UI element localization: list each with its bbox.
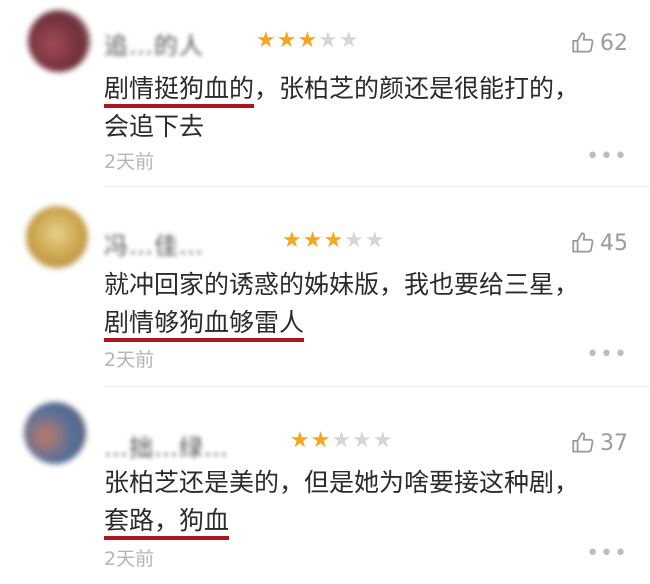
thumbs-up-icon xyxy=(572,232,594,253)
more-options-icon[interactable]: ••• xyxy=(586,144,628,169)
divider xyxy=(104,386,650,387)
like-button[interactable]: 62 xyxy=(570,30,628,56)
comment-item: 冯…佳… ★★★★★ 45 就冲回家的诱惑的姊妹版，我也要给三星， 剧情够狗血够… xyxy=(0,190,650,387)
thumbs-up-icon xyxy=(572,32,594,53)
comment-text: 就冲回家的诱惑的姊妹版，我也要给三星， 剧情够狗血够雷人 xyxy=(104,266,579,342)
like-count: 62 xyxy=(600,30,628,56)
like-button[interactable]: 37 xyxy=(570,430,628,456)
like-count: 45 xyxy=(600,230,628,256)
comment-item: 追…的人 ★★★★★ 62 剧情挺狗血的，张柏芝的颜还是很能打的， 会追下去 2… xyxy=(0,0,650,190)
comment-text: 张柏芝还是美的，但是她为啥要接这种剧， 套路，狗血 xyxy=(104,464,579,540)
thumbs-up-icon xyxy=(572,432,594,453)
divider xyxy=(104,186,650,187)
timestamp: 2天前 xyxy=(104,548,155,570)
comment-text: 剧情挺狗血的，张柏芝的颜还是很能打的， 会追下去 xyxy=(104,74,580,141)
username[interactable]: …拙…绿… xyxy=(104,428,229,463)
timestamp: 2天前 xyxy=(104,151,155,173)
avatar[interactable] xyxy=(28,10,90,72)
like-button[interactable]: 45 xyxy=(570,230,628,256)
highlighted-phrase: 套路，狗血 xyxy=(104,506,230,540)
username[interactable]: 冯…佳… xyxy=(104,226,204,261)
username[interactable]: 追…的人 xyxy=(104,26,204,61)
comment-item: …拙…绿… ★★★★★ 37 张柏芝还是美的，但是她为啥要接这种剧， 套路，狗血… xyxy=(0,390,650,584)
highlighted-phrase: 剧情挺狗血的 xyxy=(104,74,255,108)
avatar[interactable] xyxy=(24,402,86,464)
timestamp: 2天前 xyxy=(104,349,155,371)
avatar[interactable] xyxy=(26,206,88,268)
rating-stars: ★★★★★ xyxy=(282,228,386,253)
highlighted-phrase: 剧情够狗血够雷人 xyxy=(104,308,305,342)
like-count: 37 xyxy=(600,430,628,456)
rating-stars: ★★★★★ xyxy=(290,428,394,453)
rating-stars: ★★★★★ xyxy=(256,28,360,53)
more-options-icon[interactable]: ••• xyxy=(586,541,628,566)
more-options-icon[interactable]: ••• xyxy=(586,342,628,367)
